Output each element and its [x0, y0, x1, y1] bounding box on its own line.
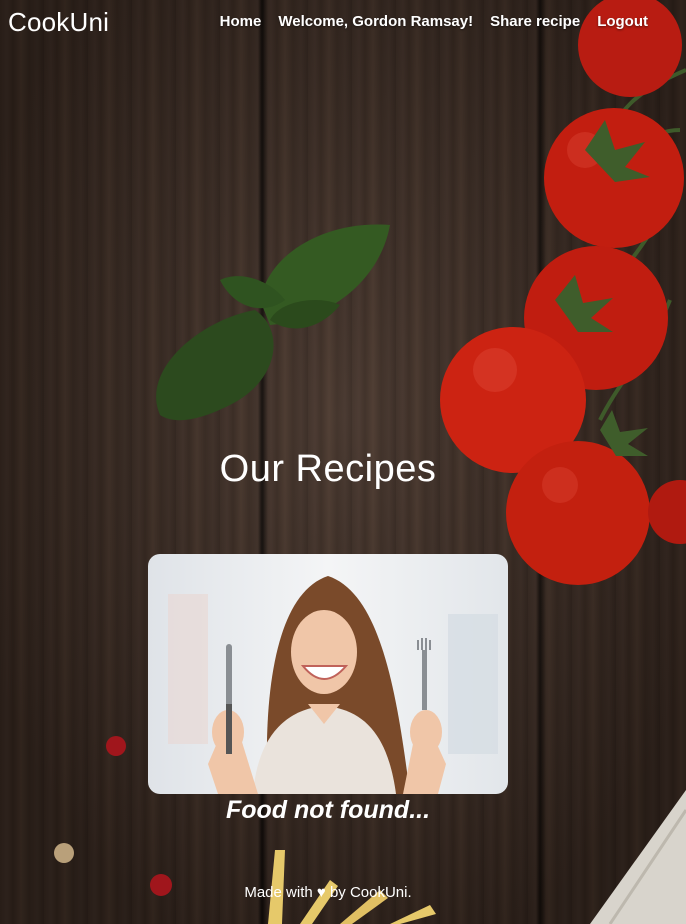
brand-logo[interactable]: CookUni [8, 7, 109, 38]
top-navbar: CookUni Home Welcome, Gordon Ramsay! Sha… [0, 0, 686, 46]
nav-home-link[interactable]: Home [220, 13, 262, 30]
main-nav: Home Welcome, Gordon Ramsay! Share recip… [220, 13, 648, 30]
nav-logout-link[interactable]: Logout [597, 13, 648, 30]
nav-welcome-link[interactable]: Welcome, Gordon Ramsay! [278, 13, 473, 30]
not-found-message: Food not found... [225, 796, 431, 824]
food-not-found-image [148, 554, 508, 794]
nav-share-recipe-link[interactable]: Share recipe [490, 13, 580, 30]
page-title: Our Recipes [219, 448, 437, 490]
footer: Made with ♥ by CookUni. [244, 884, 412, 901]
